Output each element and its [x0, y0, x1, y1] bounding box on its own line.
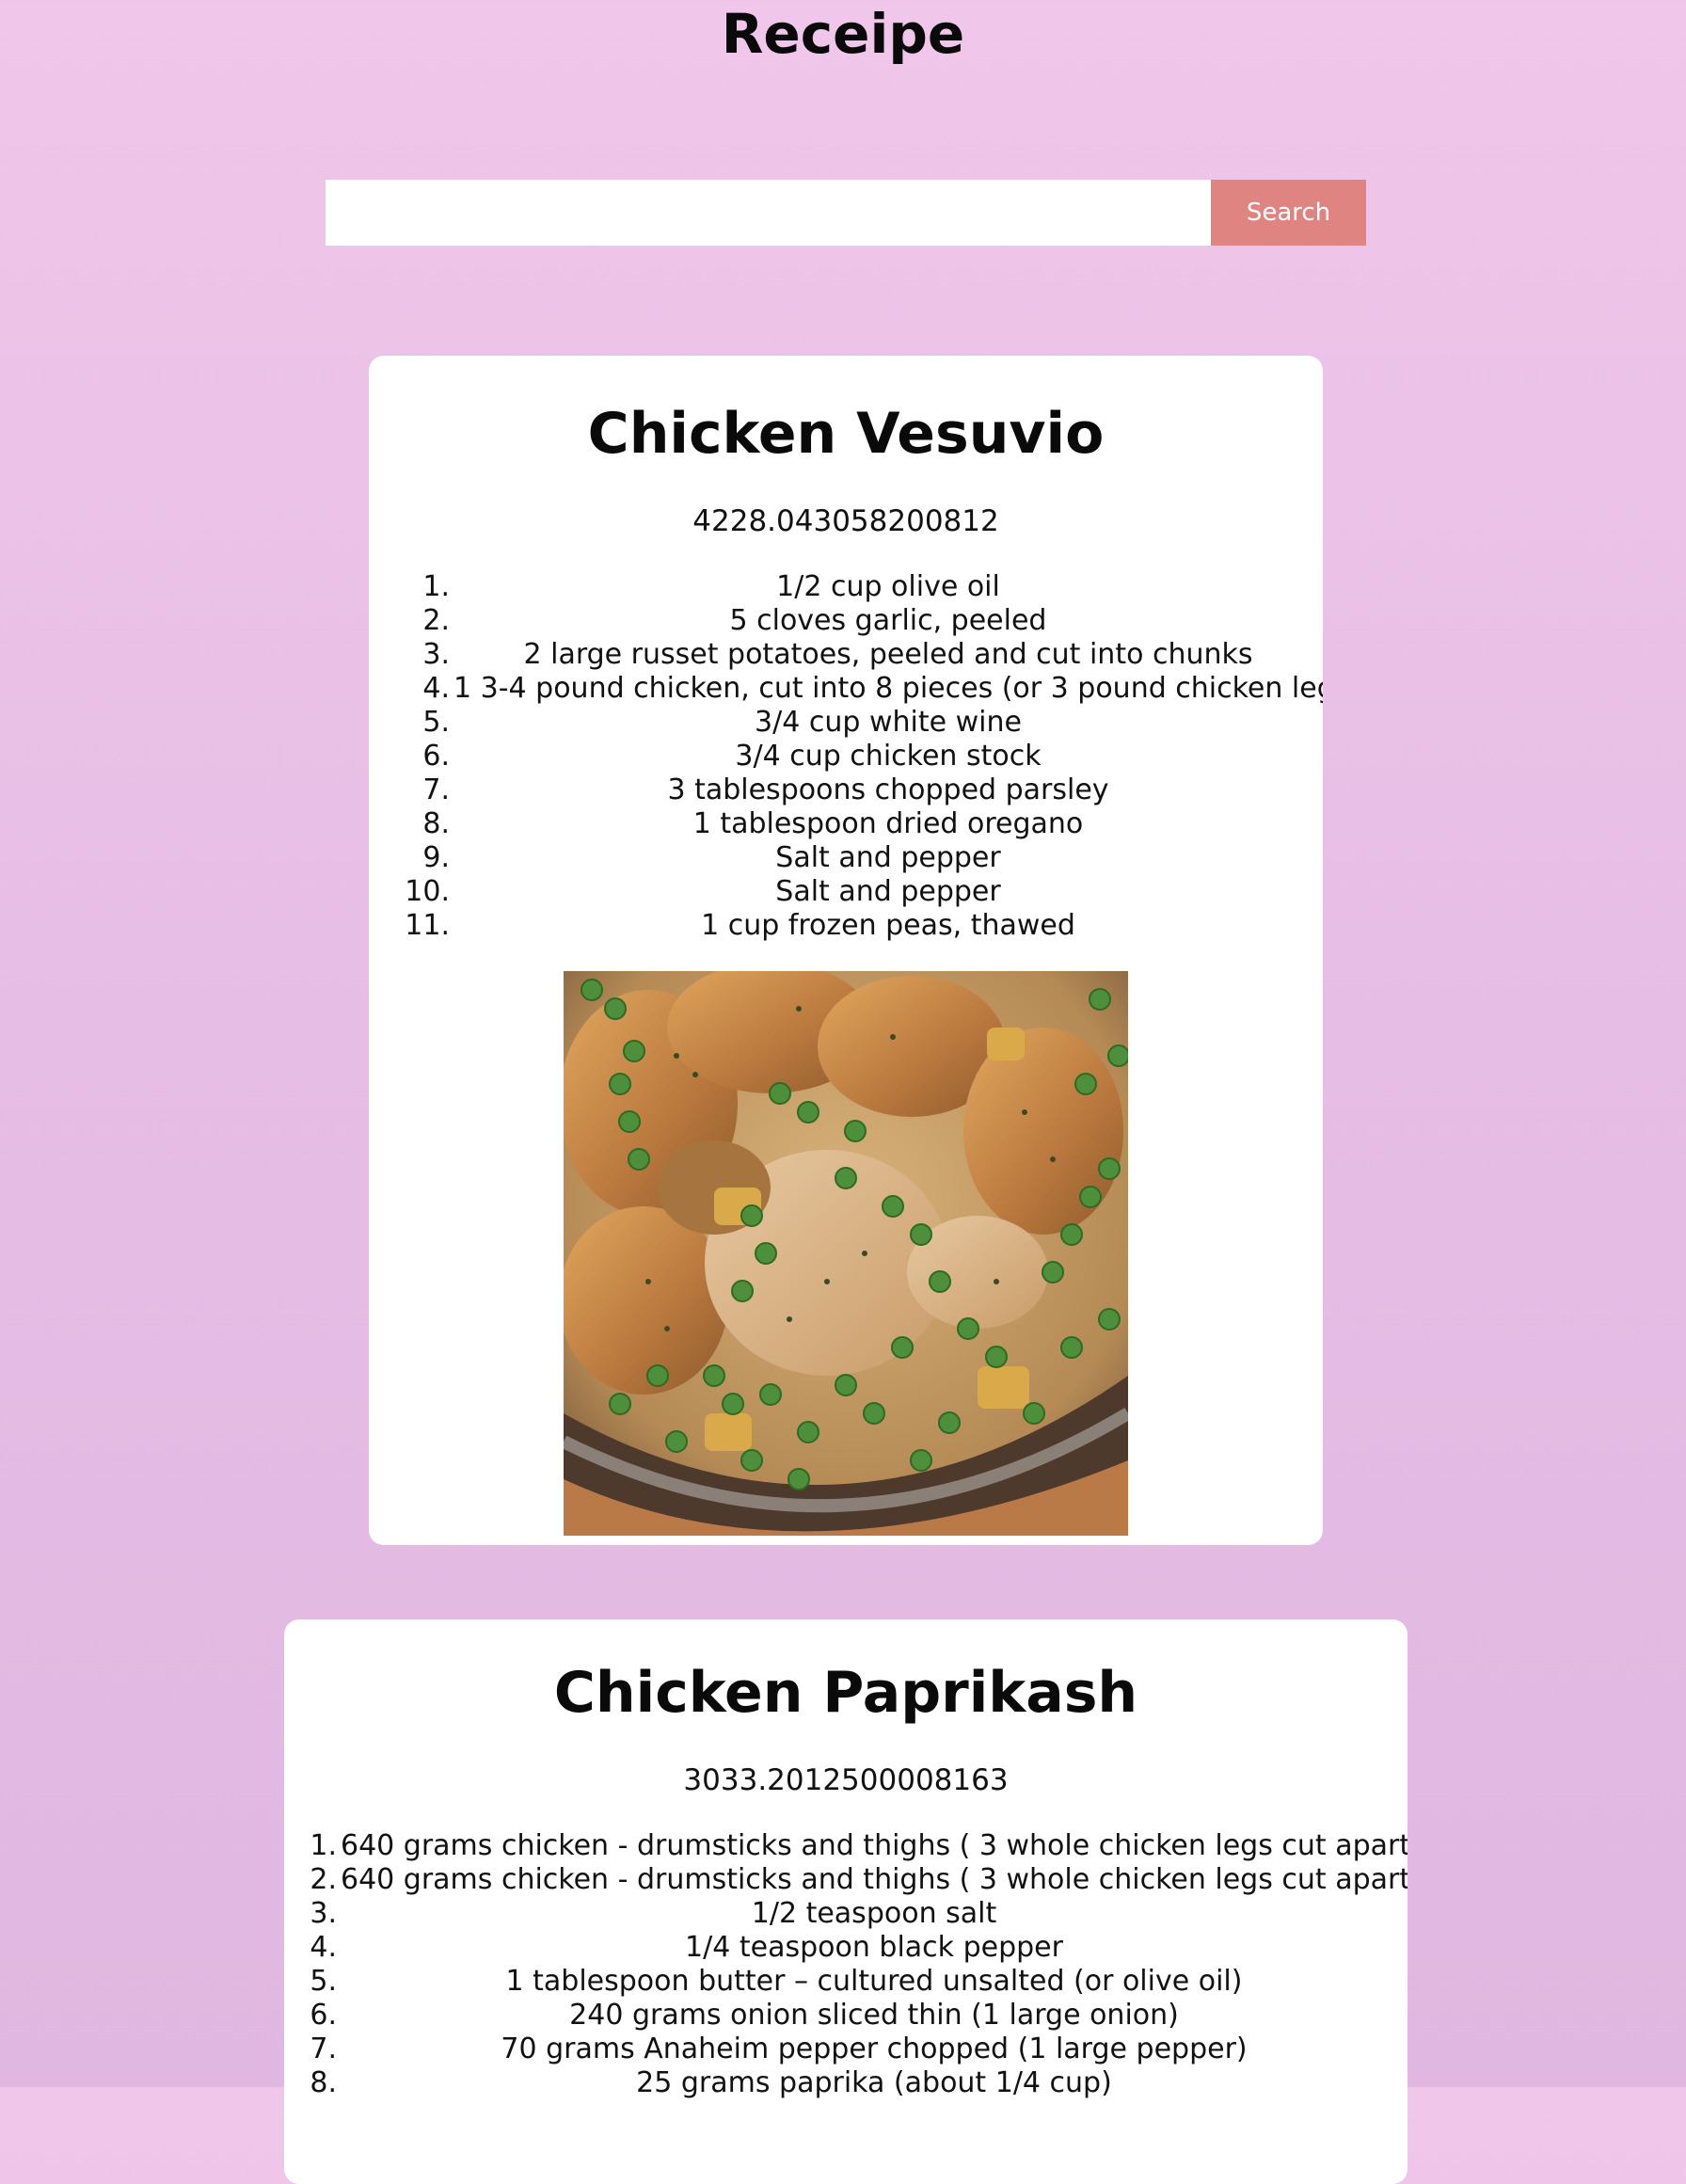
ingredient-item: 1. 1/2 cup olive oil: [369, 570, 1323, 604]
ingredient-number: 5.: [310, 1965, 337, 1998]
ingredient-number: 3.: [310, 1897, 337, 1930]
recipe-title: Chicken Vesuvio: [587, 401, 1105, 467]
ingredient-text: 1/4 teaspoon black pepper: [685, 1931, 1063, 1964]
recipe-card: Chicken Vesuvio 4228.043058200812 1. 1/2 …: [369, 356, 1323, 1545]
ingredient-number: 1.: [310, 1829, 337, 1862]
ingredient-number: 6.: [310, 1999, 337, 2032]
ingredient-item: 6. 240 grams onion sliced thin (1 large o…: [284, 1999, 1408, 2033]
recipe-calories: 4228.043058200812: [692, 504, 999, 538]
ingredient-text: 25 grams paprika (about 1/4 cup): [636, 2066, 1112, 2099]
ingredient-item: 4. 1 3-4 pound chicken, cut into 8 pieces…: [369, 672, 1323, 706]
ingredient-number: 4.: [422, 672, 450, 705]
ingredient-number: 2.: [310, 1863, 337, 1896]
ingredient-item: 7. 70 grams Anaheim pepper chopped (1 lar…: [284, 2033, 1408, 2066]
ingredient-text: 3 tablespoons chopped parsley: [667, 773, 1109, 806]
ingredient-item: 8. 1 tablespoon dried oregano: [369, 807, 1323, 841]
ingredient-number: 9.: [422, 841, 450, 874]
ingredient-list: 1. 1/2 cup olive oil 2. 5 cloves garlic, p…: [369, 570, 1323, 943]
ingredient-number: 7.: [422, 773, 450, 806]
ingredient-item: 1. 640 grams chicken - drumsticks and thi…: [284, 1829, 1408, 1863]
ingredient-number: 5.: [422, 706, 450, 739]
ingredient-text: 5 cloves garlic, peeled: [729, 604, 1047, 637]
ingredient-number: 8.: [422, 807, 450, 840]
ingredient-text: 240 grams onion sliced thin (1 large oni…: [569, 1999, 1179, 2032]
ingredient-text: 640 grams chicken - drumsticks and thigh…: [341, 1863, 1408, 1896]
ingredient-item: 3. 1/2 teaspoon salt: [284, 1897, 1408, 1931]
ingredient-text: 1/2 teaspoon salt: [751, 1897, 997, 1930]
ingredient-text: 2 large russet potatoes, peeled and cut …: [523, 638, 1253, 671]
ingredient-item: 5. 1 tablespoon butter – cultured unsalte…: [284, 1965, 1408, 1999]
recipe-image: [564, 971, 1128, 1536]
ingredient-item: 9. Salt and pepper: [369, 841, 1323, 875]
search-input[interactable]: [326, 180, 1211, 246]
ingredient-item: 2. 5 cloves garlic, peeled: [369, 604, 1323, 638]
ingredient-item: 3. 2 large russet potatoes, peeled and cu…: [369, 638, 1323, 672]
ingredient-text: 1/2 cup olive oil: [776, 570, 1000, 603]
ingredient-item: 8. 25 grams paprika (about 1/4 cup): [284, 2066, 1408, 2100]
ingredient-number: 2.: [422, 604, 450, 637]
ingredient-number: 10.: [405, 875, 450, 908]
recipe-card: Chicken Paprikash 3033.2012500008163 1. 6…: [284, 1619, 1408, 2184]
recipe-title: Chicken Paprikash: [553, 1660, 1138, 1726]
ingredient-text: Salt and pepper: [775, 875, 1001, 908]
app-title: Receipe: [721, 2, 965, 66]
ingredient-item: 5. 3/4 cup white wine: [369, 706, 1323, 740]
ingredient-text: 1 tablespoon butter – cultured unsalted …: [505, 1965, 1243, 1998]
ingredient-number: 3.: [422, 638, 450, 671]
ingredient-item: 11. 1 cup frozen peas, thawed: [369, 909, 1323, 943]
ingredient-text: 640 grams chicken - drumsticks and thigh…: [341, 1829, 1408, 1862]
search-form: Search: [326, 180, 1366, 246]
ingredient-item: 6. 3/4 cup chicken stock: [369, 740, 1323, 773]
ingredient-item: 7. 3 tablespoons chopped parsley: [369, 773, 1323, 807]
ingredient-number: 1.: [422, 570, 450, 603]
ingredient-item: 2. 640 grams chicken - drumsticks and thi…: [284, 1863, 1408, 1897]
ingredient-number: 6.: [422, 740, 450, 773]
ingredient-number: 11.: [405, 909, 450, 942]
search-button[interactable]: Search: [1211, 180, 1366, 246]
ingredient-number: 4.: [310, 1931, 337, 1964]
ingredient-item: 4. 1/4 teaspoon black pepper: [284, 1931, 1408, 1965]
ingredient-text: Salt and pepper: [775, 841, 1001, 874]
recipe-calories: 3033.2012500008163: [683, 1763, 1009, 1797]
ingredient-item: 10. Salt and pepper: [369, 875, 1323, 909]
ingredient-text: 1 tablespoon dried oregano: [692, 807, 1084, 840]
ingredient-text: 1 3-4 pound chicken, cut into 8 pieces (…: [453, 672, 1323, 705]
ingredient-list: 1. 640 grams chicken - drumsticks and thi…: [284, 1829, 1408, 2100]
ingredient-text: 70 grams Anaheim pepper chopped (1 large…: [501, 2033, 1248, 2065]
ingredient-text: 1 cup frozen peas, thawed: [701, 909, 1075, 942]
ingredient-text: 3/4 cup chicken stock: [735, 740, 1042, 773]
ingredient-number: 7.: [310, 2033, 337, 2065]
ingredient-number: 8.: [310, 2066, 337, 2099]
ingredient-text: 3/4 cup white wine: [755, 706, 1022, 739]
